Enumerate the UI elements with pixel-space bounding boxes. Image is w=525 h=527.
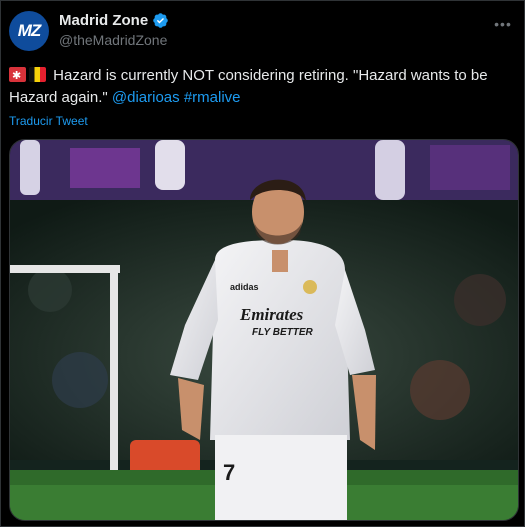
shorts-number: 7: [223, 460, 235, 485]
rotating-light-icon: [9, 65, 26, 87]
more-icon[interactable]: •••: [492, 13, 514, 35]
mention-link[interactable]: @diarioas: [112, 89, 180, 106]
photo-illustration: adidas Emirates FLY BETTER 7: [10, 140, 518, 520]
belgium-flag-icon: [29, 67, 46, 82]
tweet-text: Hazard is currently NOT considering reti…: [9, 65, 509, 109]
display-name[interactable]: Madrid Zone: [59, 12, 148, 29]
author-handle[interactable]: @theMadridZone: [59, 32, 169, 48]
shirt-sponsor-sub: FLY BETTER: [252, 327, 314, 338]
avatar[interactable]: MZ: [9, 11, 49, 51]
translate-button[interactable]: Traducir Tweet: [9, 114, 88, 128]
verified-badge-icon: [153, 13, 168, 28]
tweet-card[interactable]: MZ Madrid Zone @theMadridZone ••• Hazard…: [0, 0, 525, 527]
tweet-text-main: Hazard is currently NOT considering reti…: [9, 67, 488, 106]
adidas-logo: adidas: [230, 282, 259, 292]
author-names: Madrid Zone @theMadridZone: [59, 12, 169, 48]
tweet-photo[interactable]: adidas Emirates FLY BETTER 7: [9, 139, 519, 521]
display-name-row: Madrid Zone: [59, 12, 169, 29]
hashtag-link[interactable]: #rmalive: [184, 89, 241, 106]
tweet-header: MZ Madrid Zone @theMadridZone •••: [9, 9, 516, 53]
avatar-initials: MZ: [17, 21, 42, 40]
shirt-sponsor: Emirates: [239, 305, 304, 324]
